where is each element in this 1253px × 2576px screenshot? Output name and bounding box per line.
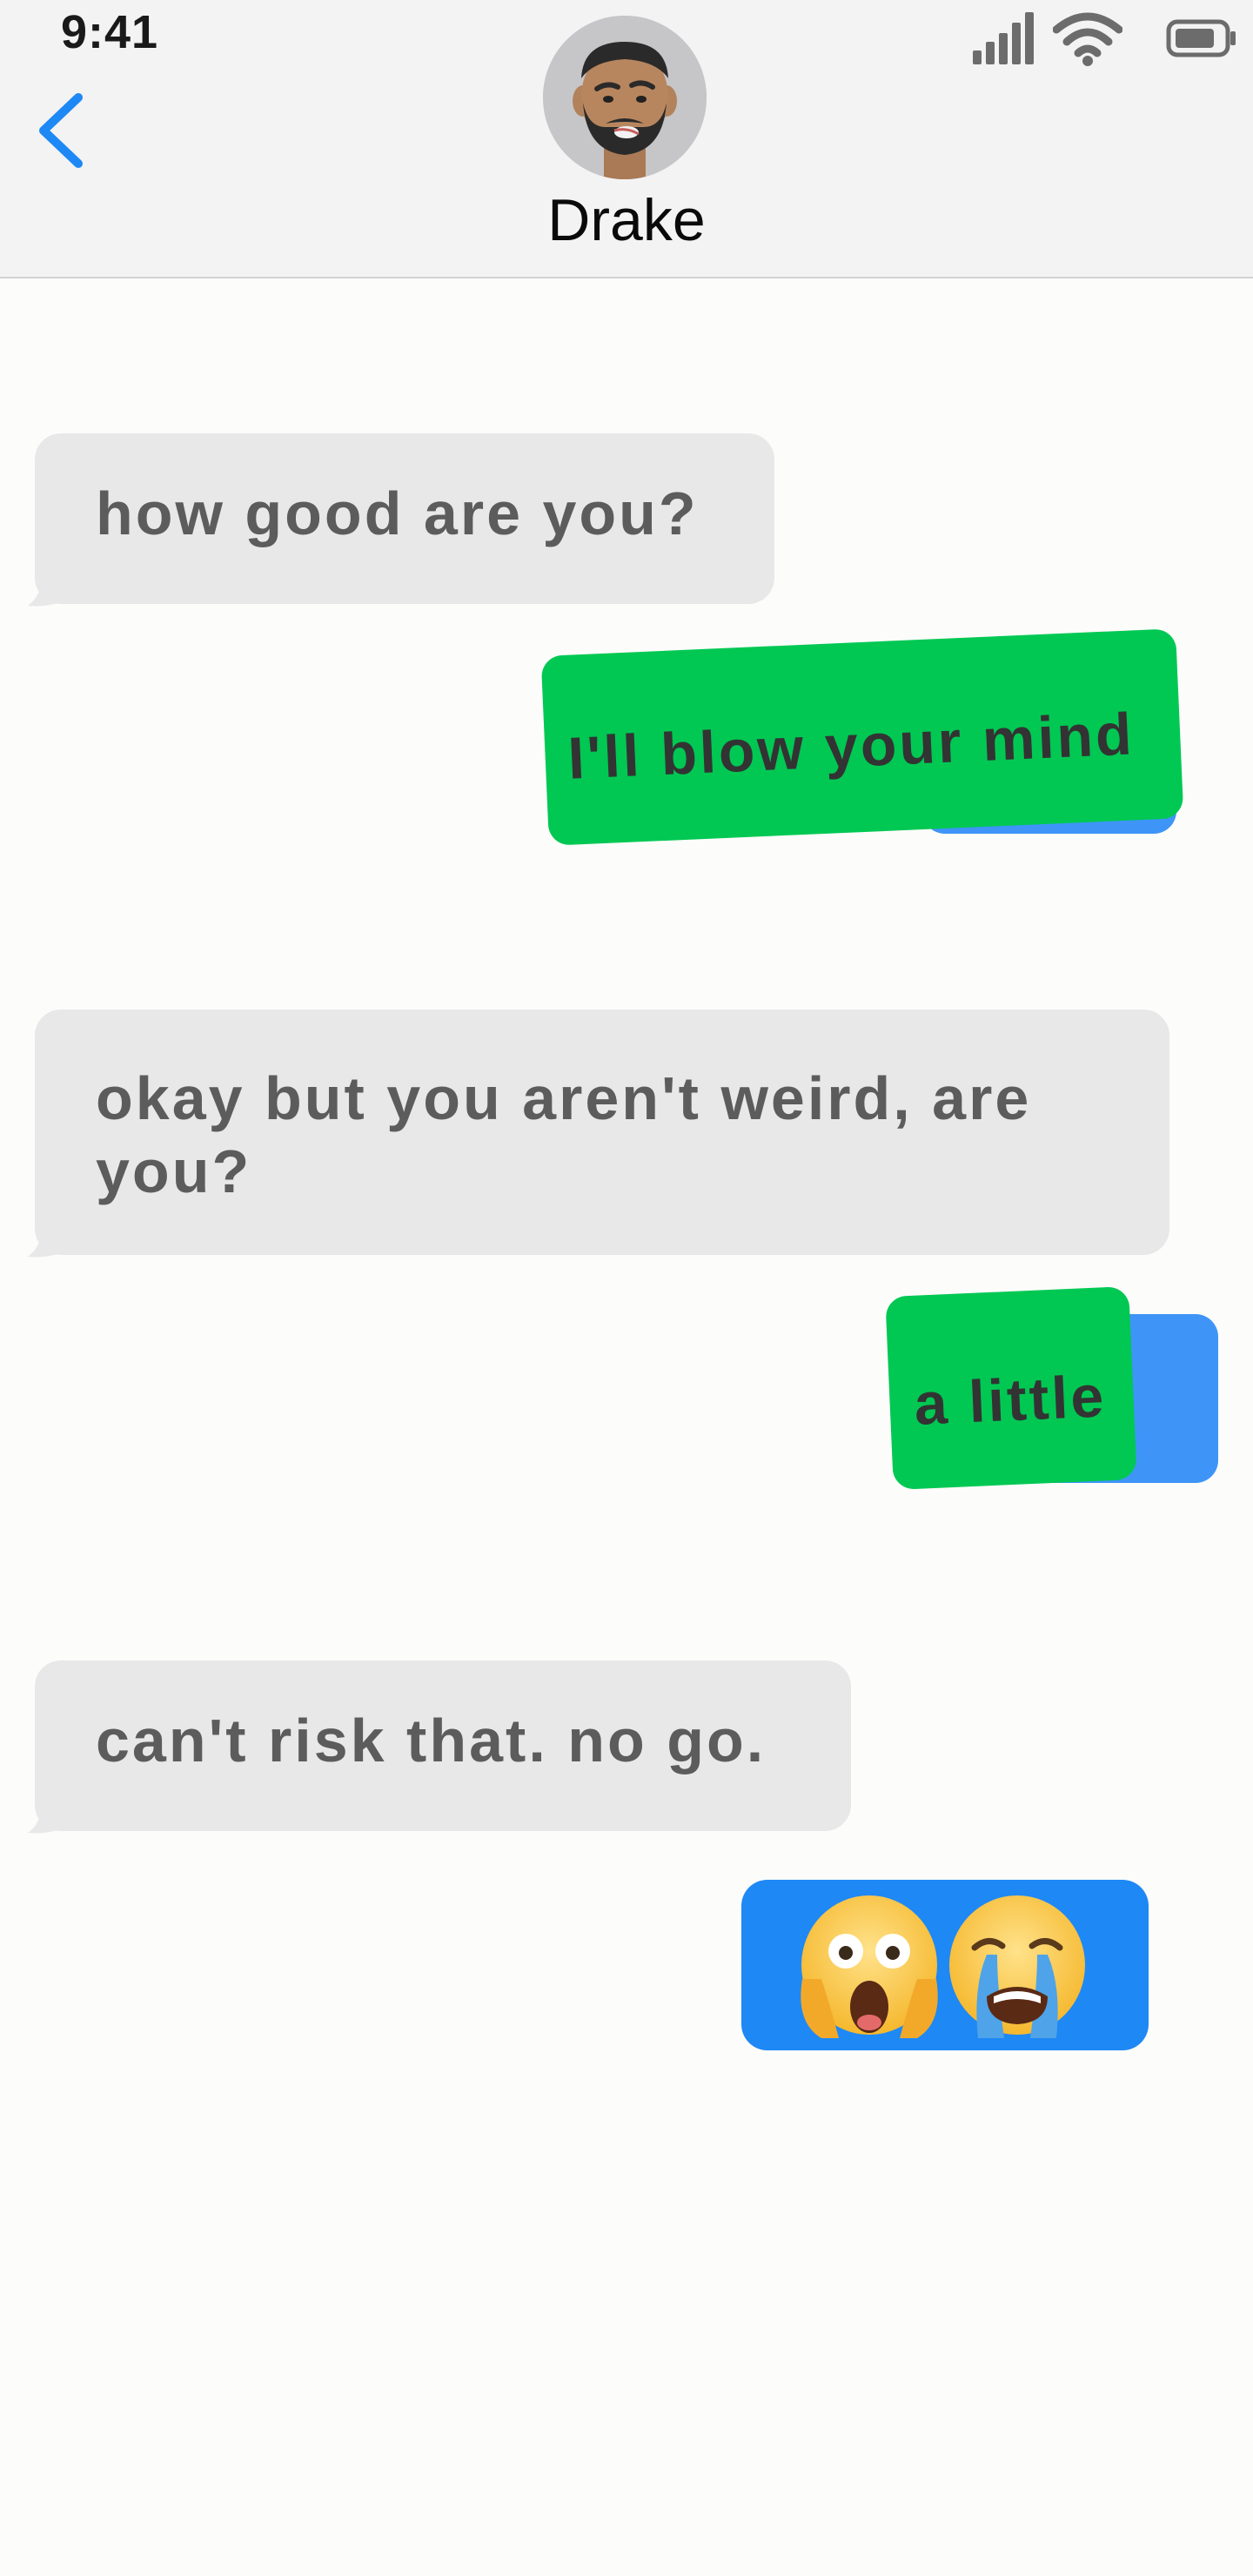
message-text: okay but you aren't weird, are you? [96,1064,1032,1205]
status-time: 9:41 [61,6,159,58]
back-chevron-icon[interactable] [31,87,92,174]
sent-message-6[interactable] [741,1880,1149,2050]
sent-message-4[interactable]: a little [885,1285,1137,1491]
received-message-5[interactable]: can't risk that. no go. [35,1660,851,1831]
bubble-tail [28,580,61,607]
contact-name[interactable]: Drake [0,186,1253,254]
message-text: I'll blow your mind [566,701,1136,792]
message-text: can't risk that. no go. [96,1707,767,1774]
loudly-crying-emoji-icon [949,1895,1085,2038]
cellular-signal-icon [973,12,1034,64]
bubble-tail [28,1231,61,1258]
drake-avatar-icon [543,16,707,179]
message-text: a little [913,1363,1108,1438]
battery-icon [1166,19,1236,57]
conversation-header: 9:41 Drake [0,0,1253,278]
received-message-3[interactable]: okay but you aren't weird, are you? [35,1010,1169,1255]
bubble-tail [28,1807,61,1834]
face-screaming-emoji-icon [801,1895,938,2038]
message-text: how good are you? [96,480,699,547]
received-message-1[interactable]: how good are you? [35,433,774,604]
sent-message-2[interactable]: I'll blow your mind [540,628,1184,846]
wifi-icon [1053,12,1122,66]
contact-avatar[interactable] [543,16,707,179]
